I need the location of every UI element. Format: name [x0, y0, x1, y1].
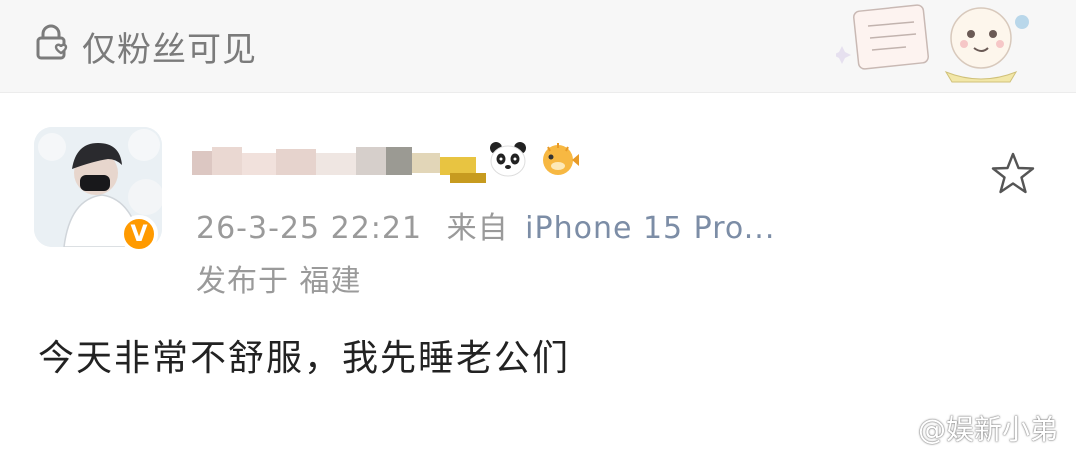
visibility-header: 仅粉丝可见	[0, 0, 1076, 93]
author-name-censored[interactable]	[192, 143, 492, 187]
post-meta: 26-3-25 22:21 来自 iPhone 15 Pro...	[196, 203, 775, 247]
watermark-text: @娱新小弟	[917, 413, 1058, 446]
lock-heart-icon	[34, 23, 68, 70]
verified-badge: V	[120, 215, 158, 253]
post-location: 发布于 福建	[196, 264, 362, 299]
post-timestamp: 26-3-25 22:21	[196, 211, 423, 246]
source-prefix: 来自	[446, 211, 509, 246]
post-content: 今天非常不舒服，我先睡老公们	[38, 338, 571, 379]
star-icon[interactable]	[988, 149, 1038, 199]
sticker-decoration-icon	[836, 4, 1029, 83]
visibility-text: 仅粉丝可见	[82, 29, 257, 70]
pufferfish-emoji-icon	[543, 143, 579, 175]
weibo-logo-icon	[868, 415, 910, 443]
visibility-indicator: 仅粉丝可见	[34, 23, 257, 70]
device-source-link[interactable]: iPhone 15 Pro...	[525, 211, 775, 246]
weibo-post: V 26-3-25 22:21 来自 iPhone 15 Pro... 发布于 …	[0, 93, 1076, 458]
emoji-badges	[488, 139, 580, 179]
panda-emoji-icon	[490, 142, 526, 177]
watermark: @娱新小弟	[868, 408, 1058, 448]
